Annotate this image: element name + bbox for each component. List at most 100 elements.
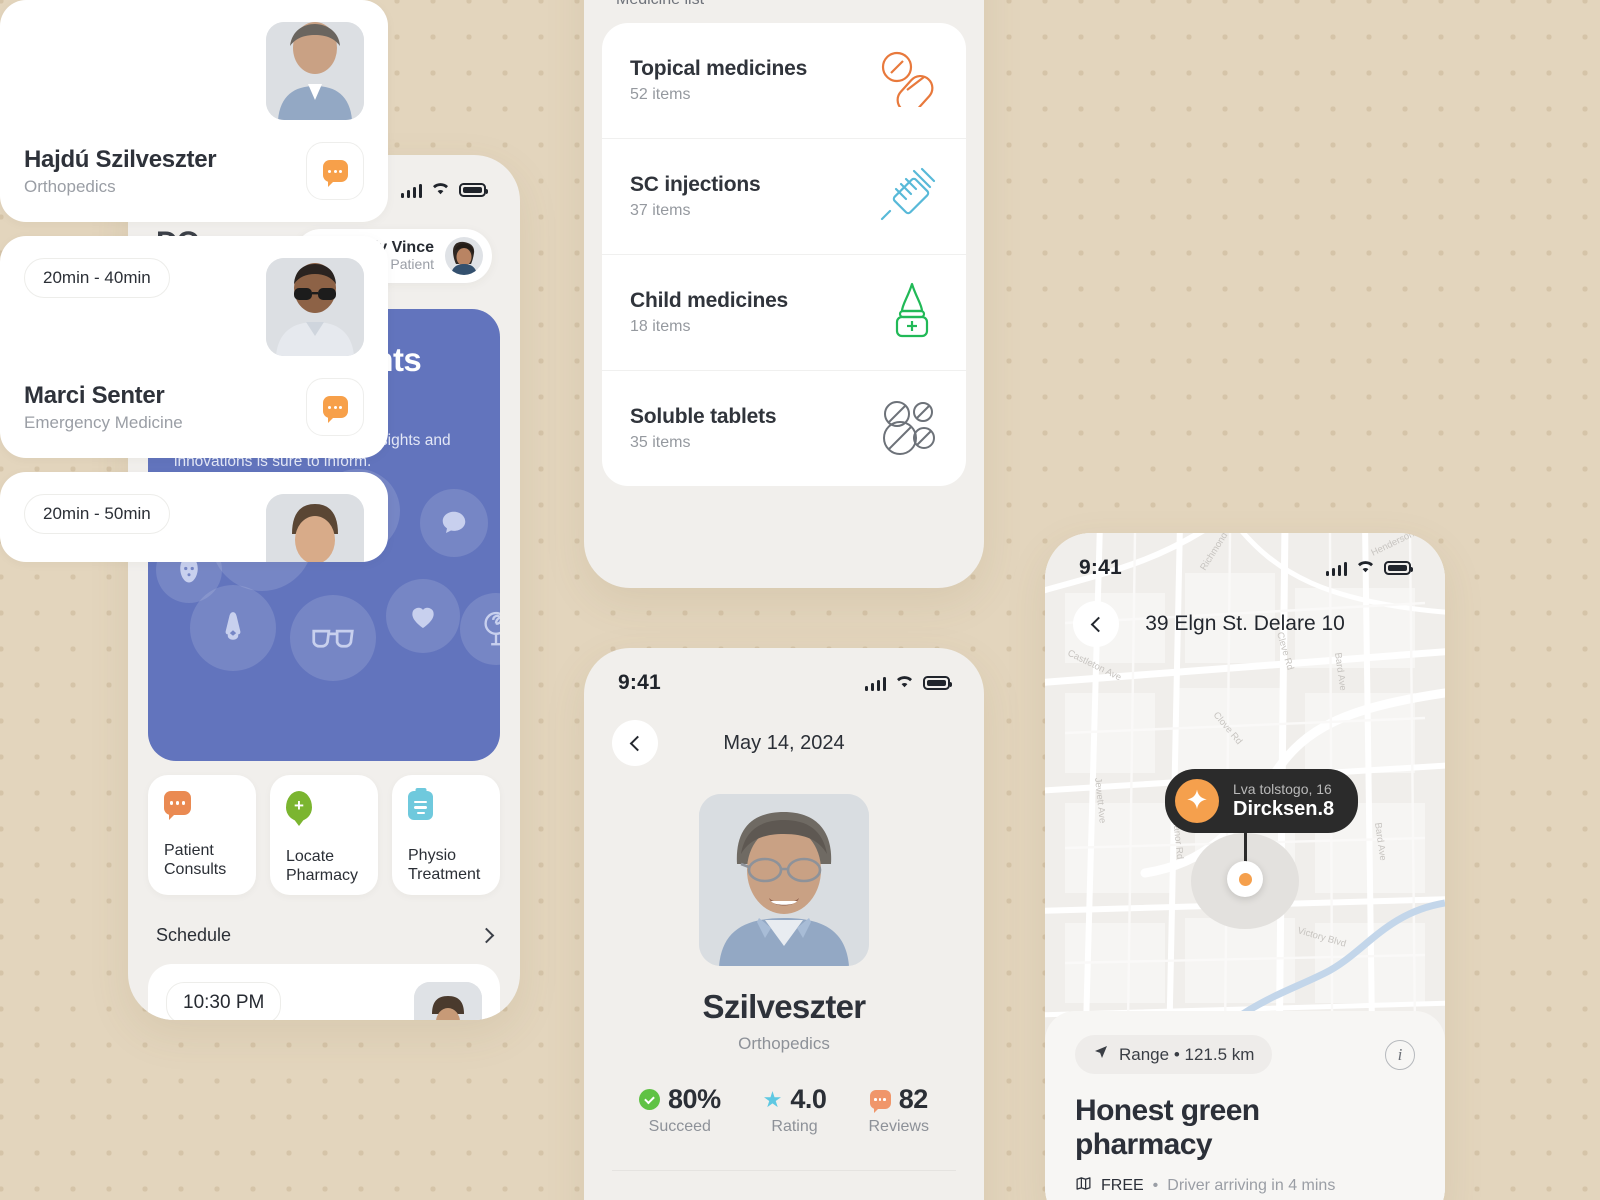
medicine-count: 18 items [630, 317, 691, 335]
chat-bubble-icon [869, 1090, 891, 1113]
stat-reviews: 82 Reviews [868, 1084, 928, 1136]
doctor-profile-screen: 9:41 May 14, 2024 Szilveszter Orthopedic… [584, 648, 984, 1200]
pharmacy-price: FREE [1101, 1177, 1144, 1195]
range-chip[interactable]: Range • 121.5 km [1075, 1035, 1273, 1074]
map-pin-plus-icon: + [286, 791, 312, 821]
stat-value: 80% [668, 1084, 721, 1114]
quick-action-label-line-1: Locate [286, 848, 335, 865]
medicine-row[interactable]: Soluble tablets 35 items [602, 371, 966, 486]
doctor-chat-button[interactable] [306, 142, 364, 200]
quick-action-label: Patient Consults [164, 841, 242, 879]
dropper-bottle-icon [886, 281, 938, 344]
medicine-count: 35 items [630, 433, 691, 451]
map-header: 39 Elgn St. Delare 10 [1045, 583, 1445, 647]
doctor-chat-button[interactable] [306, 378, 364, 436]
medicine-count: 52 items [630, 85, 691, 103]
map-screen: Richmond Terr Henderson Ave Castleton Av… [1045, 533, 1445, 1200]
pharmacy-name-line-1: Honest green [1075, 1094, 1260, 1127]
medicine-list: Topical medicines 52 items SC injections… [602, 22, 966, 486]
doctor-profile-header: May 14, 2024 [584, 698, 984, 766]
doctor-specialty: Orthopedics [24, 176, 116, 196]
medicine-row[interactable]: Topical medicines 52 items [602, 23, 966, 139]
quick-action-locate-pharmacy[interactable]: + Locate Pharmacy [270, 775, 378, 895]
quick-action-patient-consults[interactable]: Patient Consults [148, 775, 256, 895]
pharmacy-eta: Driver arriving in 4 mins [1167, 1177, 1336, 1195]
clipboard-icon [408, 791, 433, 820]
range-text: Range • 121.5 km [1119, 1044, 1255, 1064]
wifi-icon [895, 674, 914, 693]
divider [612, 1170, 956, 1172]
doctor-card-bottom: Hajdú Szilveszter Orthopedics [24, 142, 364, 200]
chevron-left-icon [629, 735, 645, 751]
map-pin-subtitle: Lva tolstogo, 16 [1233, 781, 1332, 797]
status-icons [1325, 559, 1414, 578]
doctor-duration: 20min - 40min [24, 258, 170, 298]
syringe-icon [876, 165, 938, 228]
navigation-arrow-icon [1093, 1044, 1109, 1065]
map-fold-icon [1075, 1175, 1092, 1197]
doctor-photo [266, 22, 364, 120]
quick-action-label-line-2: Pharmacy [286, 867, 359, 885]
quick-action-label-line-1: Physio [408, 847, 457, 864]
medicine-row[interactable]: SC injections 37 items [602, 139, 966, 255]
map-pin-callout[interactable]: Lva tolstogo, 16 Dircksen.8 [1165, 769, 1359, 833]
chat-bubble-bubble-icon [420, 489, 488, 557]
doctor-card-top: 20min - 40min [24, 258, 364, 356]
cellular-signal-icon [864, 676, 886, 691]
back-button[interactable] [1073, 601, 1119, 647]
status-bar: 9:41 [1045, 533, 1445, 583]
status-icons [400, 181, 489, 200]
doctor-duration: 20min - 50min [24, 494, 170, 534]
medicine-name: Child medicines [630, 288, 789, 312]
check-badge-icon [639, 1089, 661, 1110]
back-button[interactable] [612, 720, 658, 766]
chat-icon [322, 396, 348, 423]
medicine-row[interactable]: Child medicines 18 items [602, 255, 966, 371]
battery-icon [459, 183, 489, 197]
quick-action-label: Locate Pharmacy [286, 847, 364, 885]
status-icons [864, 674, 953, 693]
doctor-card-bottom: Marci Senter Emergency Medicine [24, 378, 364, 436]
chevron-right-icon[interactable] [478, 927, 495, 944]
map-top-bar: 9:41 39 Elgn St. Delare 10 [1045, 533, 1445, 647]
chat-icon [164, 791, 191, 820]
pharmacy-sheet: Range • 121.5 km i Honest green pharmacy… [1045, 1011, 1445, 1200]
sheet-top-row: Range • 121.5 km i [1075, 1035, 1415, 1074]
quick-actions: Patient Consults + Locate Pharmacy Physi… [128, 761, 520, 895]
quick-action-label-line-2: Consults [164, 861, 227, 879]
star-icon: ★ [762, 1086, 783, 1112]
map-pin-title: Dircksen.8 [1233, 798, 1335, 820]
schedule-title: Schedule [156, 925, 232, 945]
nose-bubble-icon [190, 585, 276, 671]
schedule-time: 10:30 PM [166, 982, 282, 1020]
doctor-card[interactable]: 20min - 50min [0, 472, 388, 562]
doctor-name: Hajdú Szilveszter [24, 145, 217, 173]
doctor-stats: 80% Succeed ★ 4.0 Rating 82 Reviews [584, 1084, 984, 1136]
doctor-photo [699, 794, 869, 966]
doctor-card-top [24, 22, 364, 120]
schedule-header[interactable]: Schedule [128, 895, 520, 946]
lollipop-bubble-icon [460, 593, 500, 665]
status-time: 9:41 [618, 671, 661, 694]
schedule-card[interactable]: 10:30 PM [148, 964, 500, 1020]
stat-label: Reviews [868, 1118, 929, 1135]
medicine-count: 37 items [630, 201, 691, 219]
doctor-card[interactable]: 20min - 40min Marci Senter Emergency Med… [0, 236, 388, 458]
avatar [445, 237, 483, 275]
battery-icon [923, 676, 953, 690]
info-icon[interactable]: i [1385, 1039, 1415, 1070]
medicine-name: SC injections [630, 172, 761, 196]
separator-dot: • [1152, 1177, 1159, 1195]
chevron-left-icon [1090, 616, 1106, 632]
medicine-name: Topical medicines [630, 56, 808, 80]
doctor-specialty: Orthopedics [738, 1034, 830, 1053]
tablets-icon [876, 397, 938, 460]
avatar [414, 982, 482, 1020]
chat-icon [322, 160, 348, 187]
doctor-card[interactable]: Hajdú Szilveszter Orthopedics [0, 0, 388, 222]
quick-action-physio-treatment[interactable]: Physio Treatment [392, 775, 500, 895]
stat-label: Rating [771, 1118, 818, 1135]
doctor-card-top: 20min - 50min [24, 494, 364, 562]
sparkle-icon [1175, 779, 1219, 823]
wifi-icon [1356, 559, 1375, 578]
